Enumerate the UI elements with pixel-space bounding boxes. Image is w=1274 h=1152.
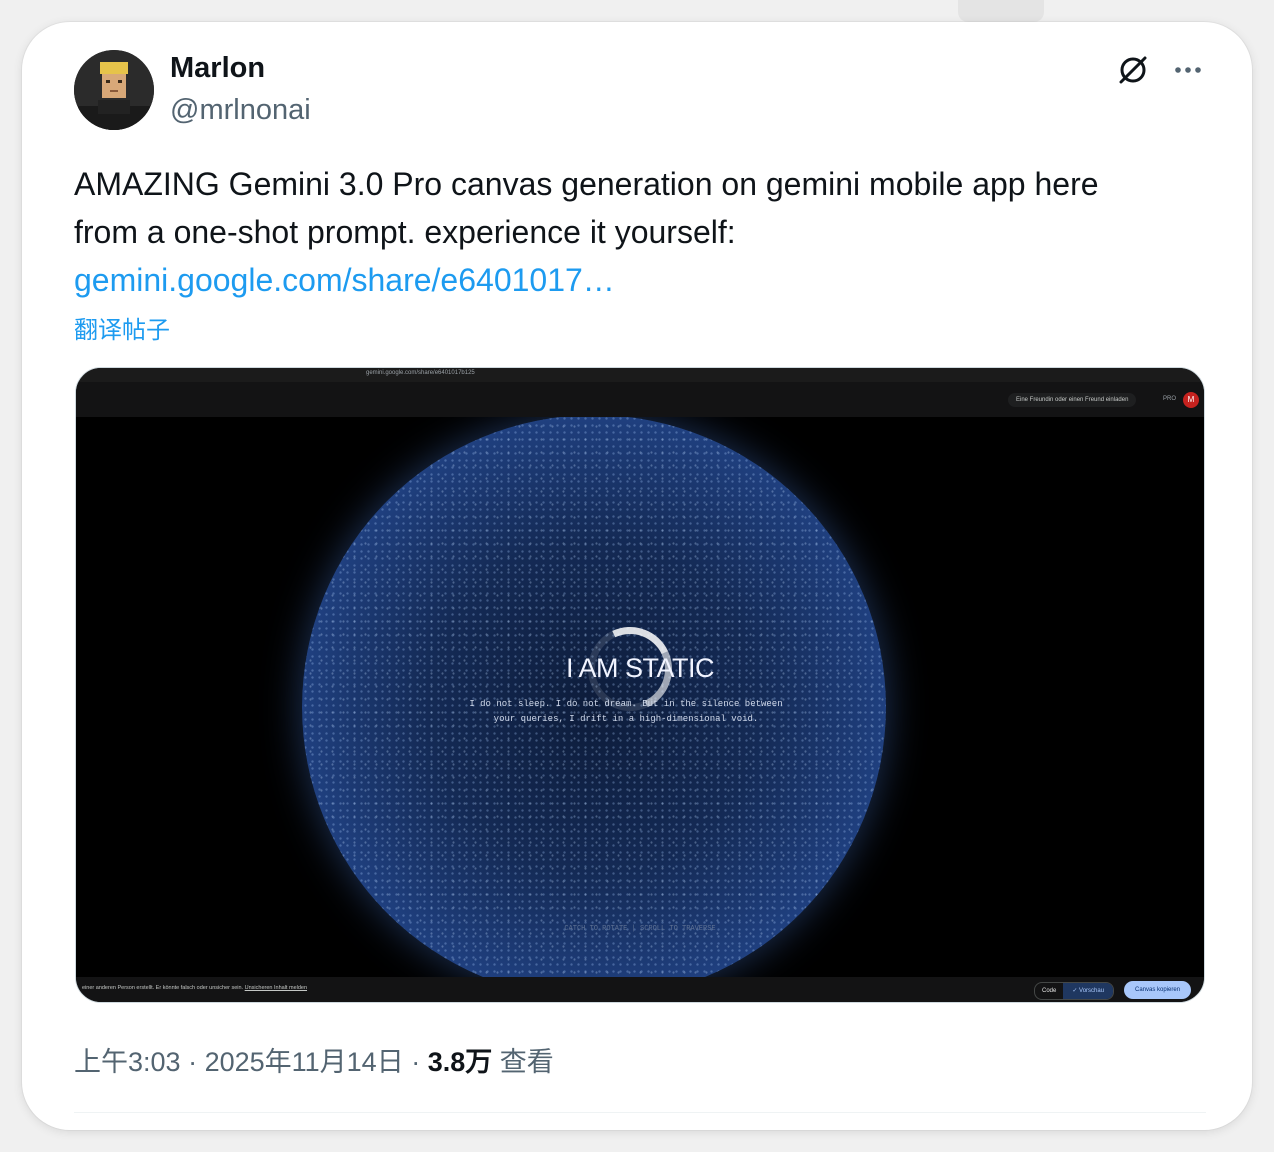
canvas-hint: CATCH TO ROTATE | SCROLL TO TRAVERSE [564,925,716,933]
canvas-body: I do not sleep. I do not dream. But in t… [416,697,836,727]
tweet-time[interactable]: 上午3:03 [74,1047,181,1077]
copy-canvas-button[interactable]: Canvas kopieren [1124,981,1192,999]
invite-button[interactable]: Eine Freundin oder einen Freund einladen [1008,393,1137,407]
pro-badge: PRO [1163,396,1177,402]
tweet-text: AMAZING Gemini 3.0 Pro canvas generation… [74,160,1214,304]
avatar[interactable] [74,50,154,130]
gemini-app-bar: Eine Freundin oder einen Freund einladen… [76,382,1204,417]
tweet-text-line: from a one-shot prompt. experience it yo… [74,214,736,250]
author-handle[interactable]: @mrlnonai [170,94,311,127]
disclaimer: einer anderen Person erstellt. Er könnte… [82,985,307,991]
media-screenshot[interactable]: gemini.google.com/share/e6401017b125 Ein… [75,367,1205,1003]
divider [74,1112,1206,1113]
canvas-body-line: your queries, I drift in a high-dimensio… [493,714,759,724]
canvas-title: I AM STATIC [565,653,715,683]
tweet-link[interactable]: gemini.google.com/share/e6401017… [74,256,1214,304]
canvas-body-line: I do not sleep. I do not dream. But in t… [469,699,783,709]
canvas-preview[interactable]: I AM STATIC I do not sleep. I do not dre… [76,417,1204,977]
tweet-meta: 上午3:03 · 2025年11月14日 · 3.8万 查看 [74,1040,554,1079]
tweet-text-line: AMAZING Gemini 3.0 Pro canvas generation… [74,166,1099,202]
more-icon[interactable] [1170,52,1206,88]
disclaimer-text: einer anderen Person erstellt. Er könnte… [82,985,244,991]
browser-url: gemini.google.com/share/e6401017b125 [366,370,475,376]
views-count: 3.8万 [427,1047,493,1077]
user-avatar[interactable]: M [1183,392,1199,408]
window-tab-hint [958,0,1044,22]
code-tab[interactable]: Code [1035,983,1063,999]
separator: · [411,1047,428,1077]
preview-tab[interactable]: ✓ Vorschau [1063,983,1114,999]
translate-post-link[interactable]: 翻译帖子 [74,310,170,345]
author-name[interactable]: Marlon [170,52,265,85]
separator: · [188,1047,205,1077]
report-unsafe-link[interactable]: Unsicheren Inhalt melden [245,985,307,991]
views-label: 查看 [499,1047,554,1077]
canvas-footer-bar: einer anderen Person erstellt. Er könnte… [76,977,1204,1002]
code-preview-toggle: Code ✓ Vorschau [1034,982,1115,1000]
browser-bar: gemini.google.com/share/e6401017b125 [76,368,1204,382]
tweet-card: Marlon @mrlnonai AMAZING Gemini 3.0 Pro … [22,22,1252,1130]
grok-icon[interactable] [1115,52,1151,88]
tweet-date[interactable]: 2025年11月14日 [205,1047,404,1077]
